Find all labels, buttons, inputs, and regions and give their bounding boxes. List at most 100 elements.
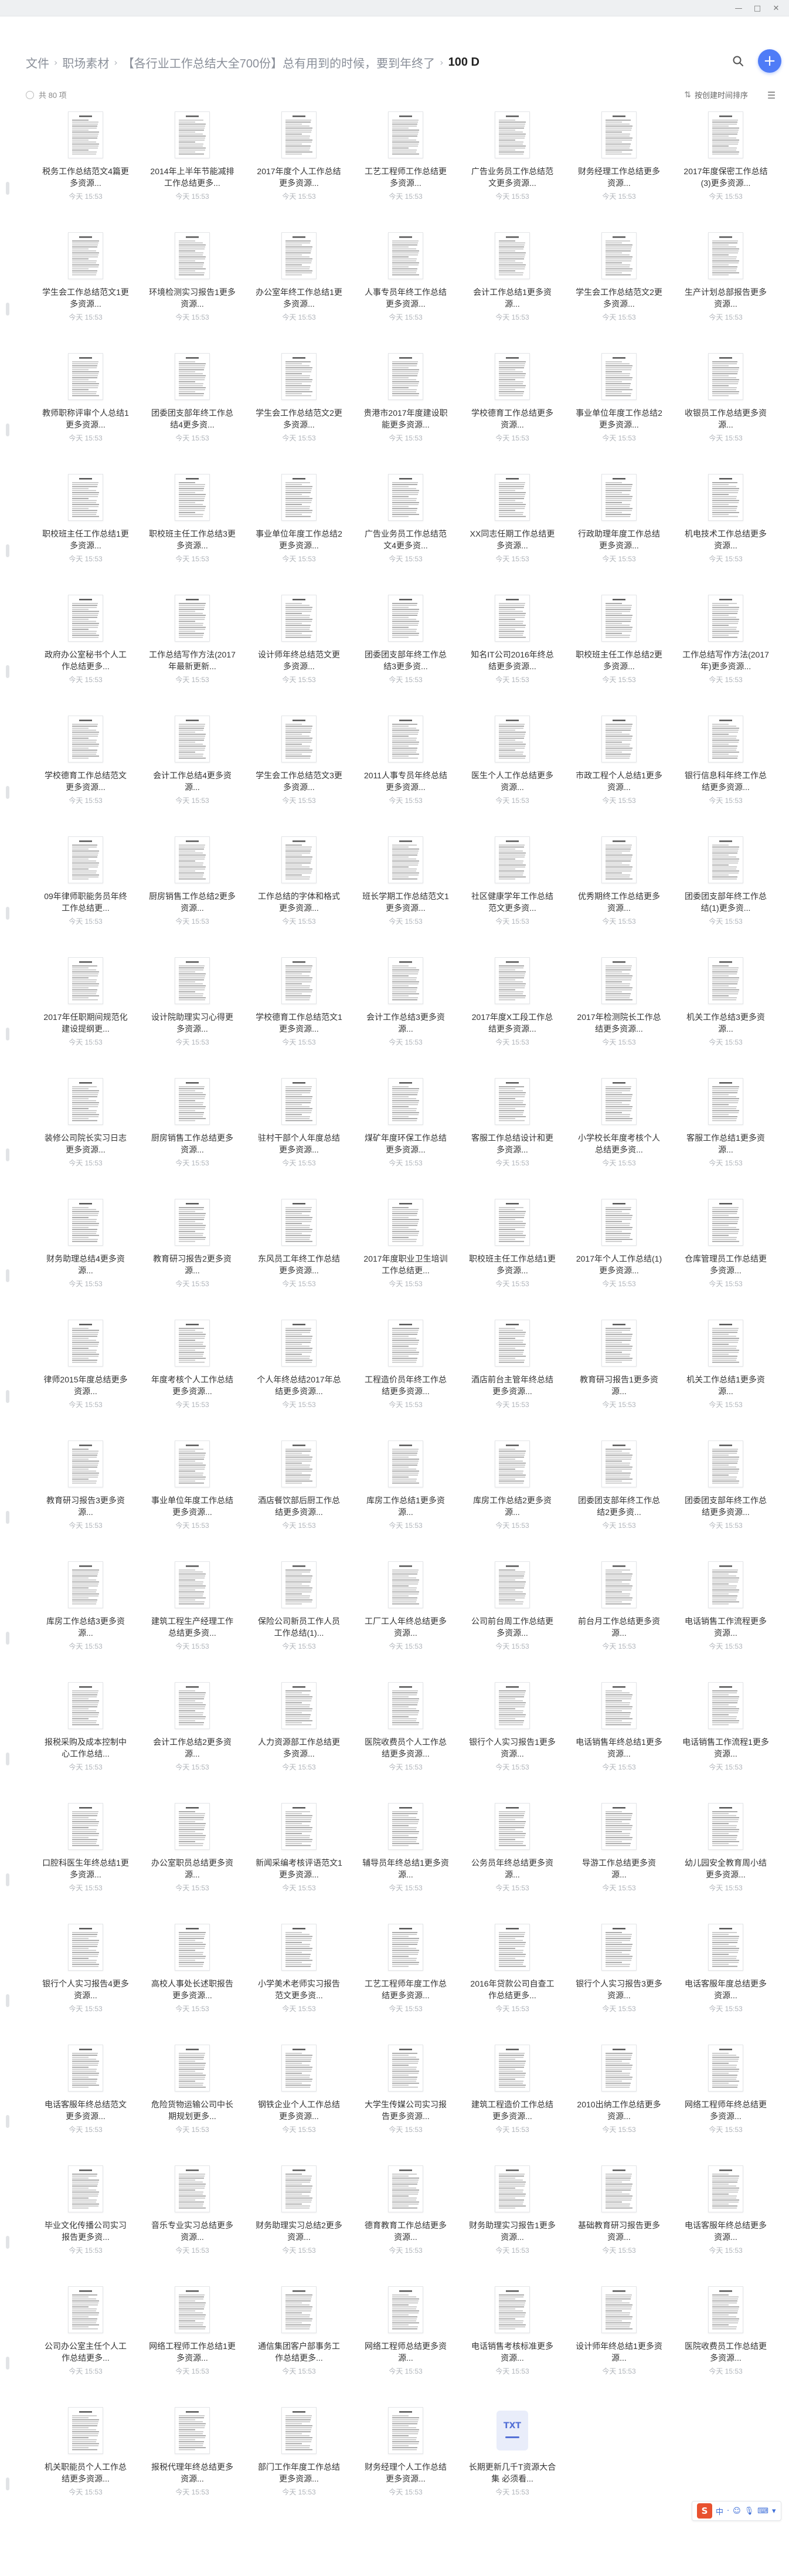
file-card[interactable]: TXT 长期更新几千T资源大合集 必须看... 今天 15:53 bbox=[462, 2407, 563, 2501]
file-card[interactable]: 电话销售工作流程更多资源... 今天 15:53 bbox=[675, 1561, 776, 1655]
file-card[interactable]: 优秀期终工作总结更多资源... 今天 15:53 bbox=[569, 836, 669, 930]
close-icon[interactable]: ✕ bbox=[768, 0, 784, 16]
file-card[interactable]: 机关工作总结1更多资源... 今天 15:53 bbox=[675, 1320, 776, 1414]
list-view-icon[interactable]: ☰ bbox=[764, 88, 778, 102]
file-card[interactable]: 学生会工作总结范文2更多资源... 今天 15:53 bbox=[249, 353, 349, 447]
file-card[interactable]: 报税采购及成本控制中心工作总结... 今天 15:53 bbox=[35, 1682, 136, 1776]
file-card[interactable]: 教育研习报告3更多资源... 今天 15:53 bbox=[35, 1440, 136, 1534]
ime-punct-icon[interactable]: · bbox=[727, 2507, 729, 2516]
file-card[interactable]: 2017年度保密工作总结(3)更多资源... 今天 15:53 bbox=[675, 111, 776, 205]
maximize-icon[interactable]: □ bbox=[749, 0, 766, 16]
file-card[interactable]: 会计工作总结1更多资源... 今天 15:53 bbox=[462, 232, 563, 326]
file-card[interactable]: 职校班主任工作总结3更多资源... 今天 15:53 bbox=[142, 474, 243, 568]
file-card[interactable]: 职校班主任工作总结1更多资源... 今天 15:53 bbox=[35, 474, 136, 568]
file-card[interactable]: 人力资源部工作总结更多资源... 今天 15:53 bbox=[249, 1682, 349, 1776]
file-card[interactable]: 银行信息科年终工作总结更多资源... 今天 15:53 bbox=[675, 716, 776, 809]
file-card[interactable]: 电话客服年度总结更多资源... 今天 15:53 bbox=[675, 1924, 776, 2018]
file-card[interactable]: 生产计划总部报告更多资源... 今天 15:53 bbox=[675, 232, 776, 326]
file-card[interactable]: 09年律师职能务员年终工作总结更... 今天 15:53 bbox=[35, 836, 136, 930]
file-card[interactable]: 医生个人工作总结更多资源... 今天 15:53 bbox=[462, 716, 563, 809]
file-card[interactable]: 事业单位年度工作总结2更多资源... 今天 15:53 bbox=[569, 353, 669, 447]
file-card[interactable]: 行政助理年度工作总结更多资源... 今天 15:53 bbox=[569, 474, 669, 568]
file-card[interactable]: 2017年检测院长工作总结更多资源... 今天 15:53 bbox=[569, 957, 669, 1051]
file-card[interactable]: 电话销售工作流程1更多资源... 今天 15:53 bbox=[675, 1682, 776, 1776]
file-card[interactable]: 会计工作总结3更多资源... 今天 15:53 bbox=[355, 957, 456, 1051]
file-card[interactable]: 工厂工人年终总结更多资源... 今天 15:53 bbox=[355, 1561, 456, 1655]
file-card[interactable]: 政府办公室秘书个人工作总结更多... 今天 15:53 bbox=[35, 595, 136, 689]
ime-keyboard-icon[interactable]: ⌨ bbox=[757, 2507, 768, 2516]
sort-control[interactable]: ⇅ 按创建时间排序 bbox=[684, 89, 748, 100]
file-card[interactable]: 小学美术老师实习报告范文更多资... 今天 15:53 bbox=[249, 1924, 349, 2018]
file-card[interactable]: 办公室职员总结更多资源... 今天 15:53 bbox=[142, 1803, 243, 1897]
file-card[interactable]: 电话销售年终总结1更多资源... 今天 15:53 bbox=[569, 1682, 669, 1776]
file-card[interactable]: 医院收费员工作总结更多资源... 今天 15:53 bbox=[675, 2286, 776, 2380]
file-card[interactable]: 网络工程师年终总结更多资源... 今天 15:53 bbox=[675, 2045, 776, 2138]
file-card[interactable]: 学校德育工作总结范文1更多资源... 今天 15:53 bbox=[249, 957, 349, 1051]
file-card[interactable]: 团委团支部年终工作总结(1)更多资... 今天 15:53 bbox=[675, 836, 776, 930]
file-card[interactable]: 财务经理工作总结更多资源... 今天 15:53 bbox=[569, 111, 669, 205]
file-card[interactable]: 网络工程师工作总结1更多资源... 今天 15:53 bbox=[142, 2286, 243, 2380]
file-card[interactable]: 酒店餐饮部后厨工作总结更多资源... 今天 15:53 bbox=[249, 1440, 349, 1534]
file-card[interactable]: 新闻采编考核评语范文1更多资源... 今天 15:53 bbox=[249, 1803, 349, 1897]
ime-mode[interactable]: 中 bbox=[716, 2506, 723, 2517]
file-card[interactable]: 税务工作总结范文4篇更多资源... 今天 15:53 bbox=[35, 111, 136, 205]
file-card[interactable]: 公司办公室主任个人工作总结更多... 今天 15:53 bbox=[35, 2286, 136, 2380]
file-card[interactable]: 人事专员年终工作总结更多资源... 今天 15:53 bbox=[355, 232, 456, 326]
file-card[interactable]: 酒店前台主管年终总结更多资源... 今天 15:53 bbox=[462, 1320, 563, 1414]
file-card[interactable]: 电话客服年终总结更多资源... 今天 15:53 bbox=[675, 2165, 776, 2259]
file-card[interactable]: 仓库管理员工作总结更多资源... 今天 15:53 bbox=[675, 1199, 776, 1293]
select-all-checkbox[interactable] bbox=[26, 90, 34, 99]
file-card[interactable]: 2017年个人工作总结(1)更多资源... 今天 15:53 bbox=[569, 1199, 669, 1293]
minimize-icon[interactable]: — bbox=[730, 0, 747, 16]
file-card[interactable]: 公务员年终总结更多资源... 今天 15:53 bbox=[462, 1803, 563, 1897]
file-card[interactable]: 财务助理实习总结2更多资源... 今天 15:53 bbox=[249, 2165, 349, 2259]
add-button[interactable]: + bbox=[758, 49, 781, 73]
file-card[interactable]: 库房工作总结2更多资源... 今天 15:53 bbox=[462, 1440, 563, 1534]
file-card[interactable]: 会计工作总结4更多资源... 今天 15:53 bbox=[142, 716, 243, 809]
file-card[interactable]: 教育研习报告2更多资源... 今天 15:53 bbox=[142, 1199, 243, 1293]
breadcrumb-item[interactable]: 文件 bbox=[26, 54, 49, 71]
file-card[interactable]: 部门工作年度工作总结更多资源... 今天 15:53 bbox=[249, 2407, 349, 2501]
file-card[interactable]: 工作总结的字体和格式更多资源... 今天 15:53 bbox=[249, 836, 349, 930]
file-card[interactable]: 财务助理总结4更多资源... 今天 15:53 bbox=[35, 1199, 136, 1293]
file-card[interactable]: XX同志任期工作总结更多资源... 今天 15:53 bbox=[462, 474, 563, 568]
file-card[interactable]: 2011人事专员年终总结更多资源... 今天 15:53 bbox=[355, 716, 456, 809]
file-card[interactable]: 2010出纳工作总结更多资源... 今天 15:53 bbox=[569, 2045, 669, 2138]
file-card[interactable]: 教师职称评审个人总结1更多资源... 今天 15:53 bbox=[35, 353, 136, 447]
file-card[interactable]: 工艺工程师工作总结更多资源... 今天 15:53 bbox=[355, 111, 456, 205]
file-card[interactable]: 通信集团客户部事务工作总结更多... 今天 15:53 bbox=[249, 2286, 349, 2380]
file-card[interactable]: 广告业务员工作总结范文4更多资... 今天 15:53 bbox=[355, 474, 456, 568]
file-card[interactable]: 银行个人实习报告3更多资源... 今天 15:53 bbox=[569, 1924, 669, 2018]
file-card[interactable]: 机关工作总结3更多资源... 今天 15:53 bbox=[675, 957, 776, 1051]
file-card[interactable]: 2014年上半年节能减排工作总结更多... 今天 15:53 bbox=[142, 111, 243, 205]
file-card[interactable]: 2017年度X工段工作总结更多资源... 今天 15:53 bbox=[462, 957, 563, 1051]
file-card[interactable]: 事业单位年度工作总结更多资源... 今天 15:53 bbox=[142, 1440, 243, 1534]
file-card[interactable]: 学校德育工作总结范文更多资源... 今天 15:53 bbox=[35, 716, 136, 809]
file-card[interactable]: 2016年贷款公司自查工作总结更多... 今天 15:53 bbox=[462, 1924, 563, 2018]
file-card[interactable]: 会计工作总结2更多资源... 今天 15:53 bbox=[142, 1682, 243, 1776]
file-card[interactable]: 团委团支部年终工作总结更多资源... 今天 15:53 bbox=[675, 1440, 776, 1534]
file-card[interactable]: 职校班主任工作总结2更多资源... 今天 15:53 bbox=[569, 595, 669, 689]
file-card[interactable]: 幼儿园安全教育周小结更多资源... 今天 15:53 bbox=[675, 1803, 776, 1897]
file-card[interactable]: 学生会工作总结范文3更多资源... 今天 15:53 bbox=[249, 716, 349, 809]
file-card[interactable]: 广告业务员工作总结范文更多资源... 今天 15:53 bbox=[462, 111, 563, 205]
file-card[interactable]: 机电技术工作总结更多资源... 今天 15:53 bbox=[675, 474, 776, 568]
select-all[interactable]: 共 80 项 bbox=[26, 89, 67, 100]
file-card[interactable]: 事业单位年度工作总结2更多资源... 今天 15:53 bbox=[249, 474, 349, 568]
file-card[interactable]: 前台月工作总结更多资源... 今天 15:53 bbox=[569, 1561, 669, 1655]
file-card[interactable]: 医院收费员个人工作总结更多资源... 今天 15:53 bbox=[355, 1682, 456, 1776]
file-card[interactable]: 学生会工作总结范文1更多资源... 今天 15:53 bbox=[35, 232, 136, 326]
file-card[interactable]: 个人年终总结2017年总结更多资源... 今天 15:53 bbox=[249, 1320, 349, 1414]
file-card[interactable]: 基础教育研习报告更多资源... 今天 15:53 bbox=[569, 2165, 669, 2259]
file-card[interactable]: 工作总结写作方法(2017年最新更新... 今天 15:53 bbox=[142, 595, 243, 689]
file-card[interactable]: 2017年度个人工作总结更多资源... 今天 15:53 bbox=[249, 111, 349, 205]
file-card[interactable]: 毕业文化传播公司实习报告更多资... 今天 15:53 bbox=[35, 2165, 136, 2259]
file-card[interactable]: 财务助理实习报告1更多资源... 今天 15:53 bbox=[462, 2165, 563, 2259]
file-card[interactable]: 导游工作总结更多资源... 今天 15:53 bbox=[569, 1803, 669, 1897]
file-card[interactable]: 工艺工程师年度工作总结更多资源... 今天 15:53 bbox=[355, 1924, 456, 2018]
file-card[interactable]: 2017年任职期间规范化建设提纲更... 今天 15:53 bbox=[35, 957, 136, 1051]
ime-voice-icon[interactable]: 🎙 bbox=[744, 2507, 754, 2516]
file-card[interactable]: 设计师年终总结范文更多资源... 今天 15:53 bbox=[249, 595, 349, 689]
file-card[interactable]: 音乐专业实习总结更多资源... 今天 15:53 bbox=[142, 2165, 243, 2259]
breadcrumb-item[interactable]: 【各行业工作总结大全700份】总有用到的时候，要到年终了 bbox=[123, 54, 435, 71]
